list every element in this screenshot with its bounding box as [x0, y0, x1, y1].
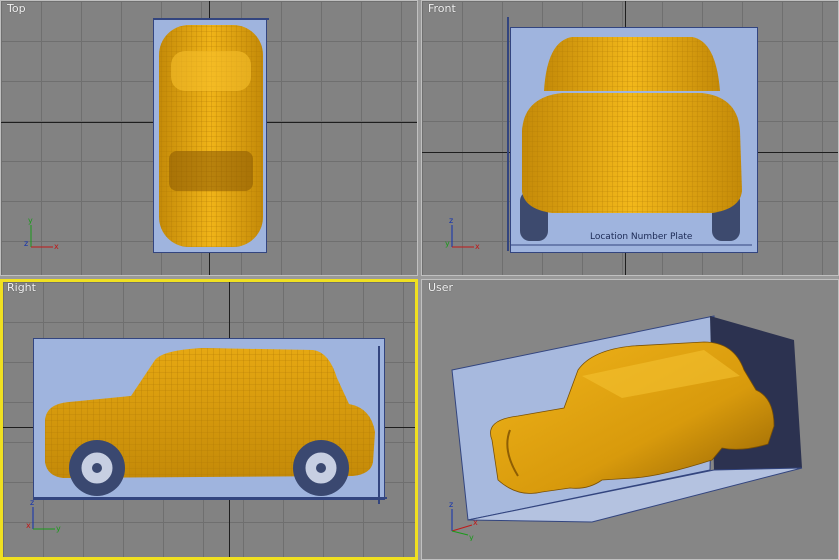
viewport-label-top[interactable]: Top: [7, 2, 26, 15]
axis-x-label: x: [475, 242, 480, 251]
axis-y-label: y: [469, 533, 474, 541]
axis-z-label: z: [24, 239, 28, 248]
axis-y-label: y: [28, 217, 33, 225]
user-perspective-scene[interactable]: [422, 280, 839, 560]
axis-gizmo-user: z x y: [449, 501, 478, 541]
front-wheel: [69, 440, 125, 496]
axis-x-label: x: [473, 518, 478, 527]
front-car-mesh[interactable]: Location Number Plate: [422, 1, 839, 276]
viewport-label-user[interactable]: User: [428, 281, 453, 294]
axis-z-label: z: [449, 501, 453, 509]
axis-gizmo-front: z y x: [445, 217, 480, 251]
axis-y-label: y: [56, 524, 61, 533]
axis-gizmo-top: y z x: [24, 217, 59, 251]
axis-z-label: z: [449, 217, 453, 225]
front-blueprint-caption: Location Number Plate: [590, 232, 693, 242]
right-car-mesh[interactable]: [3, 282, 418, 560]
viewport-user[interactable]: z x y User: [421, 279, 839, 560]
rear-wheel: [293, 440, 349, 496]
axis-z-label: z: [30, 499, 34, 507]
viewport-right[interactable]: z x y Right: [0, 279, 418, 560]
axis-x-label: x: [54, 242, 59, 251]
axis-gizmo-right: z x y: [26, 499, 61, 533]
top-car-mesh[interactable]: [1, 1, 418, 276]
axis-x-label: x: [26, 521, 31, 530]
viewport-top[interactable]: y z x Top: [0, 0, 418, 276]
viewport-label-front[interactable]: Front: [428, 2, 456, 15]
viewport-front[interactable]: Location Number Plate z y x Front: [421, 0, 839, 276]
viewport-label-right[interactable]: Right: [7, 282, 36, 294]
axis-y-label: y: [445, 239, 450, 248]
